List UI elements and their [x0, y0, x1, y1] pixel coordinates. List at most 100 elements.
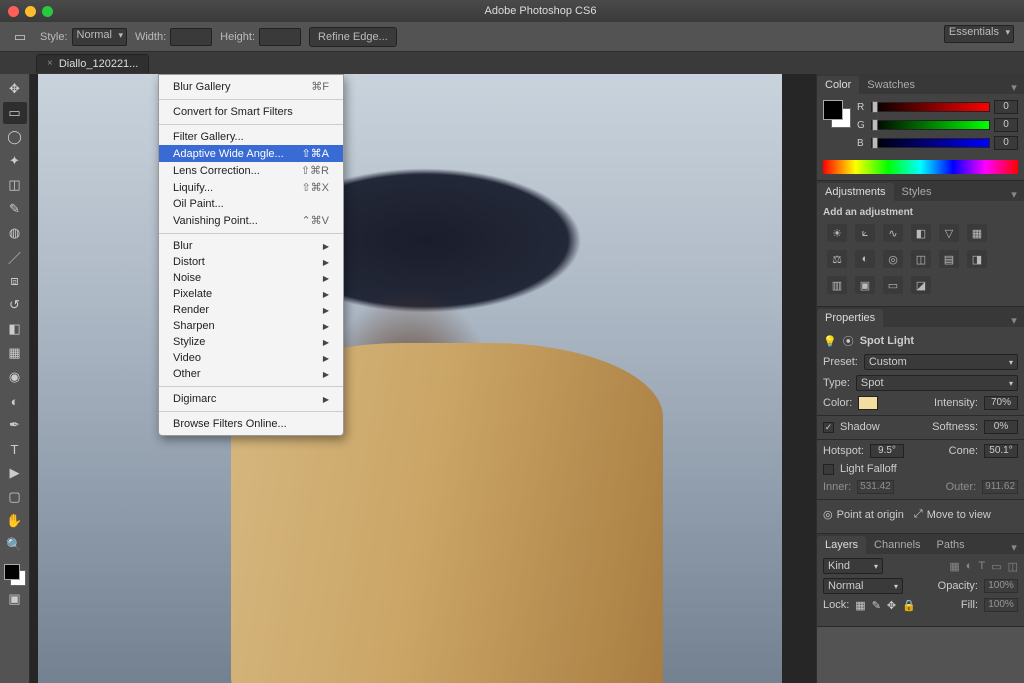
brightness-icon[interactable]: ☀ — [827, 224, 847, 242]
close-tab-icon[interactable]: × — [47, 58, 53, 69]
light-falloff-checkbox[interactable] — [823, 464, 834, 475]
menu-liquify[interactable]: Liquify...⇧⌘X — [159, 179, 343, 196]
brush-tool[interactable]: ／ — [3, 246, 27, 268]
filter-type-icon[interactable]: T — [978, 560, 985, 573]
width-input[interactable] — [170, 28, 212, 46]
panel-menu-icon[interactable]: ▾ — [1004, 541, 1024, 554]
menu-video[interactable]: Video — [159, 350, 343, 366]
fill-value[interactable]: 100% — [984, 598, 1018, 612]
channel-mixer-icon[interactable]: ◫ — [911, 250, 931, 268]
workspace-select[interactable]: Essentials — [944, 25, 1014, 43]
clone-stamp-tool[interactable]: ⧈ — [3, 270, 27, 292]
menu-adaptive-wide-angle[interactable]: Adaptive Wide Angle...⇧⌘A — [159, 145, 343, 162]
menu-convert-smart-filters[interactable]: Convert for Smart Filters — [159, 104, 343, 120]
menu-noise[interactable]: Noise — [159, 270, 343, 286]
hotspot-value[interactable]: 9.5° — [870, 444, 904, 458]
tab-paths[interactable]: Paths — [929, 536, 973, 554]
b-value[interactable]: 0 — [994, 136, 1018, 150]
vibrance-icon[interactable]: ▽ — [939, 224, 959, 242]
intensity-value[interactable]: 70% — [984, 396, 1018, 410]
g-slider[interactable] — [871, 120, 990, 130]
style-select[interactable]: Normal — [72, 28, 127, 46]
lock-position-icon[interactable]: ✥ — [887, 599, 896, 612]
shadow-checkbox[interactable] — [823, 422, 834, 433]
lasso-tool[interactable]: ◯ — [3, 126, 27, 148]
lock-all-icon[interactable]: 🔒 — [902, 599, 916, 612]
eyedropper-tool[interactable]: ✎ — [3, 198, 27, 220]
levels-icon[interactable]: ⟀ — [855, 224, 875, 242]
type-select[interactable]: Spot — [856, 375, 1018, 391]
menu-oil-paint[interactable]: Oil Paint... — [159, 196, 343, 212]
selective-color-icon[interactable]: ◪ — [911, 276, 931, 294]
tab-adjustments[interactable]: Adjustments — [817, 183, 894, 201]
lock-transparent-icon[interactable]: ▦ — [855, 599, 865, 612]
bw-icon[interactable]: ◐ — [855, 250, 875, 268]
type-tool[interactable]: T — [3, 438, 27, 460]
menu-blur[interactable]: Blur — [159, 238, 343, 254]
r-value[interactable]: 0 — [994, 100, 1018, 114]
minimize-window-icon[interactable] — [25, 6, 36, 17]
magic-wand-tool[interactable]: ✦ — [3, 150, 27, 172]
preset-select[interactable]: Custom — [864, 354, 1018, 370]
healing-brush-tool[interactable]: ◍ — [3, 222, 27, 244]
path-selection-tool[interactable]: ▶ — [3, 462, 27, 484]
panel-fg-swatch[interactable] — [823, 100, 843, 120]
photo-filter-icon[interactable]: ◎ — [883, 250, 903, 268]
panel-menu-icon[interactable]: ▾ — [1004, 188, 1024, 201]
refine-edge-button[interactable]: Refine Edge... — [309, 27, 397, 47]
hue-sat-icon[interactable]: ▦ — [967, 224, 987, 242]
r-slider[interactable] — [871, 102, 990, 112]
eraser-tool[interactable]: ◧ — [3, 318, 27, 340]
opacity-value[interactable]: 100% — [984, 579, 1018, 593]
quick-mask-icon[interactable]: ▣ — [3, 588, 27, 610]
color-swatch[interactable] — [4, 564, 26, 586]
menu-stylize[interactable]: Stylize — [159, 334, 343, 350]
panel-menu-icon[interactable]: ▾ — [1004, 314, 1024, 327]
cone-value[interactable]: 50.1° — [984, 444, 1018, 458]
move-tool[interactable]: ✥ — [3, 78, 27, 100]
menu-lens-correction[interactable]: Lens Correction...⇧⌘R — [159, 162, 343, 179]
dodge-tool[interactable]: ◐ — [3, 390, 27, 412]
point-at-origin-button[interactable]: ◎Point at origin — [823, 508, 904, 521]
menu-other[interactable]: Other — [159, 366, 343, 382]
color-balance-icon[interactable]: ⚖ — [827, 250, 847, 268]
g-value[interactable]: 0 — [994, 118, 1018, 132]
menu-vanishing-point[interactable]: Vanishing Point...⌃⌘V — [159, 212, 343, 229]
posterize-icon[interactable]: ▥ — [827, 276, 847, 294]
light-color-swatch[interactable] — [858, 396, 878, 410]
crop-tool[interactable]: ◫ — [3, 174, 27, 196]
tab-layers[interactable]: Layers — [817, 536, 866, 554]
menu-pixelate[interactable]: Pixelate — [159, 286, 343, 302]
document-tab[interactable]: × Diallo_120221... — [36, 54, 149, 73]
move-to-view-button[interactable]: ⤢Move to view — [914, 508, 991, 521]
filter-adjustment-icon[interactable]: ◐ — [966, 560, 973, 573]
panel-color-swatch[interactable] — [823, 100, 851, 128]
menu-filter-gallery[interactable]: Filter Gallery... — [159, 129, 343, 145]
marquee-tool[interactable]: ▭ — [3, 102, 27, 124]
color-spectrum[interactable] — [823, 160, 1018, 174]
invert-icon[interactable]: ◨ — [967, 250, 987, 268]
gradient-map-icon[interactable]: ▭ — [883, 276, 903, 294]
canvas-area[interactable]: Blur Gallery⌘F Convert for Smart Filters… — [30, 74, 816, 683]
zoom-tool[interactable]: 🔍 — [3, 534, 27, 556]
layer-filter-kind[interactable]: Kind — [823, 558, 883, 574]
exposure-icon[interactable]: ◧ — [911, 224, 931, 242]
menu-distort[interactable]: Distort — [159, 254, 343, 270]
menu-browse-filters[interactable]: Browse Filters Online... — [159, 416, 343, 432]
blur-tool[interactable]: ◉ — [3, 366, 27, 388]
color-lookup-icon[interactable]: ▤ — [939, 250, 959, 268]
menu-render[interactable]: Render — [159, 302, 343, 318]
menu-sharpen[interactable]: Sharpen — [159, 318, 343, 334]
history-brush-tool[interactable]: ↺ — [3, 294, 27, 316]
hand-tool[interactable]: ✋ — [3, 510, 27, 532]
b-slider[interactable] — [871, 138, 990, 148]
tab-styles[interactable]: Styles — [894, 183, 940, 201]
menu-digimarc[interactable]: Digimarc — [159, 391, 343, 407]
rectangle-tool[interactable]: ▢ — [3, 486, 27, 508]
tab-properties[interactable]: Properties — [817, 309, 883, 327]
blend-mode-select[interactable]: Normal — [823, 578, 903, 594]
softness-value[interactable]: 0% — [984, 420, 1018, 434]
tab-color[interactable]: Color — [817, 76, 859, 94]
gradient-tool[interactable]: ▦ — [3, 342, 27, 364]
close-window-icon[interactable] — [8, 6, 19, 17]
